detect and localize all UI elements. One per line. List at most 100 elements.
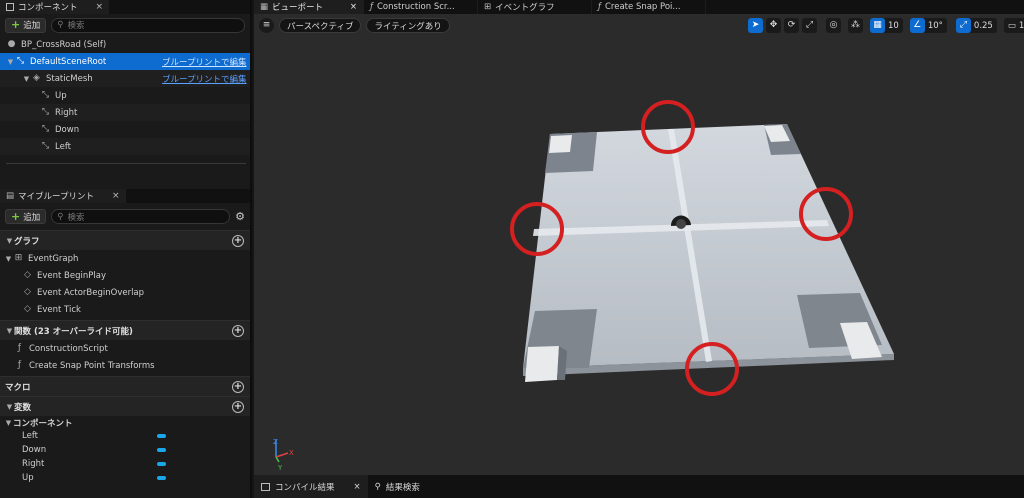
variable-label: Right (22, 459, 45, 469)
book-icon: ▤ (6, 191, 15, 201)
tab-create-snap-point[interactable]: ƒ Create Snap Poi... (592, 0, 706, 14)
tab-my-blueprint[interactable]: ▤ マイブループリント × (0, 189, 126, 203)
event-item[interactable]: ◇ Event Tick (0, 301, 250, 318)
expand-arrow-icon[interactable]: ▼ (6, 58, 15, 66)
tree-item-label: StaticMesh (46, 73, 93, 84)
tree-item-up[interactable]: ⤡ Up (0, 87, 250, 104)
search-icon: ⚲ (374, 481, 381, 492)
plus-icon: + (11, 209, 21, 223)
variables-section-header[interactable]: ▼ 変数 + (0, 396, 250, 416)
section-title: マクロ (5, 382, 31, 393)
components-tab-icon (6, 3, 14, 11)
scene-component-icon: ⤡ (16, 56, 25, 66)
scene-canvas[interactable]: Z X Y (254, 14, 1024, 475)
add-macro-icon[interactable]: + (232, 381, 244, 393)
tab-label: Create Snap Poi... (605, 2, 681, 12)
tab-label: 結果検索 (385, 482, 420, 493)
components-search-input[interactable]: ⚲ 検索 (51, 17, 245, 33)
edit-in-blueprint-link[interactable]: ブループリントで編集 (162, 56, 247, 68)
tree-item-static-mesh[interactable]: ▼ ◈ StaticMesh ブループリントで編集 (0, 70, 250, 87)
editor-tabbar: ▦ ビューポート × ƒ Construction Scr... ⊞ イベントグ… (254, 0, 1024, 14)
category-label: コンポーネント (13, 418, 73, 429)
functions-section-header[interactable]: ▼ 関数 (23 オーバーライド可能) + (0, 320, 250, 340)
add-variable-icon[interactable]: + (232, 401, 244, 413)
add-button-label: 追加 (23, 212, 41, 223)
variable-item[interactable]: Right (0, 457, 250, 471)
variable-category[interactable]: ▼ コンポーネント (0, 416, 250, 429)
tab-label: イベントグラフ (495, 3, 555, 13)
close-icon[interactable]: × (96, 2, 104, 12)
axis-y-label: Y (277, 464, 283, 472)
function-label: Create Snap Point Transforms (29, 360, 155, 371)
function-icon: ƒ (370, 2, 373, 12)
search-icon: ⚲ (57, 20, 64, 30)
tab-event-graph[interactable]: ⊞ イベントグラフ (478, 0, 592, 14)
variable-item[interactable]: Up (0, 471, 250, 485)
add-graph-icon[interactable]: + (232, 235, 244, 247)
section-title: 関数 (23 オーバーライド可能) (14, 326, 133, 337)
components-add-button[interactable]: + 追加 (5, 17, 47, 33)
my-blueprint-add-button[interactable]: + 追加 (5, 209, 47, 224)
tab-viewport[interactable]: ▦ ビューポート × (254, 0, 364, 14)
event-icon: ◇ (24, 270, 31, 280)
gear-icon[interactable]: ⚙ (235, 210, 245, 223)
close-icon[interactable]: × (350, 2, 357, 12)
function-icon: ƒ (17, 360, 22, 370)
tab-components[interactable]: コンポーネント × (0, 0, 110, 14)
function-item[interactable]: ƒ Create Snap Point Transforms (0, 357, 250, 374)
static-mesh-icon: ◈ (33, 73, 40, 83)
event-graph-label: EventGraph (28, 253, 79, 264)
graph-icon: ⊞ (14, 253, 23, 263)
close-icon[interactable]: × (112, 191, 120, 201)
tree-item-label: Left (55, 141, 71, 152)
tree-item-label: Up (55, 90, 67, 101)
tree-item-right[interactable]: ⤡ Right (0, 104, 250, 121)
event-label: Event Tick (37, 304, 81, 315)
tab-compile-results[interactable]: コンパイル結果 × (254, 475, 368, 498)
tree-item-label: BP_CrossRoad (Self) (21, 39, 107, 50)
function-icon: ƒ (17, 343, 22, 353)
tree-item-default-scene-root[interactable]: ▼ ⤡ DefaultSceneRoot ブループリントで編集 (0, 53, 250, 70)
edit-in-blueprint-link[interactable]: ブループリントで編集 (162, 73, 247, 85)
scene-component-icon: ⤡ (41, 141, 50, 151)
left-panel: コンポーネント × + 追加 ⚲ 検索 ● BP_CrossRoad (Self… (0, 0, 252, 498)
event-item[interactable]: ◇ Event BeginPlay (0, 267, 250, 284)
collapse-arrow-icon[interactable]: ▼ (5, 403, 14, 411)
event-icon: ◇ (24, 304, 31, 314)
graph-icon: ⊞ (484, 2, 492, 12)
event-item[interactable]: ◇ Event ActorBeginOverlap (0, 284, 250, 301)
add-button-label: 追加 (23, 21, 41, 31)
my-blueprint-search-input[interactable]: ⚲ 検索 (51, 209, 231, 224)
compile-results-icon (261, 482, 270, 491)
tab-construction-script[interactable]: ƒ Construction Scr... (364, 0, 478, 14)
expand-arrow-icon[interactable]: ▼ (22, 75, 31, 83)
variable-type-pill (157, 476, 166, 480)
collapse-arrow-icon[interactable]: ▼ (5, 237, 14, 245)
tree-item-label: Down (55, 124, 80, 135)
tree-item-left[interactable]: ⤡ Left (0, 138, 250, 155)
add-function-icon[interactable]: + (232, 325, 244, 337)
macros-section-header[interactable]: マクロ + (0, 376, 250, 396)
tab-label: ビューポート (272, 3, 324, 13)
axis-x-label: X (289, 449, 294, 457)
collapse-arrow-icon[interactable]: ▼ (4, 419, 13, 427)
viewport-panel[interactable]: ▦ ビューポート × ƒ Construction Scr... ⊞ イベントグ… (254, 0, 1024, 475)
variable-type-pill (157, 448, 166, 452)
tree-item-self[interactable]: ● BP_CrossRoad (Self) (0, 36, 250, 53)
event-graph-item[interactable]: ▼ ⊞ EventGraph (0, 250, 250, 267)
components-toolbar: + 追加 ⚲ 検索 (0, 14, 250, 36)
scene-component-icon: ⤡ (41, 90, 50, 100)
tab-find-results[interactable]: ⚲ 結果検索 (368, 475, 427, 498)
function-item[interactable]: ƒ ConstructionScript (0, 340, 250, 357)
my-blueprint-tabbar: ▤ マイブループリント × (0, 189, 250, 203)
tree-item-down[interactable]: ⤡ Down (0, 121, 250, 138)
function-icon: ƒ (598, 2, 601, 12)
axis-z-label: Z (273, 438, 278, 446)
tab-label: Construction Scr... (377, 2, 455, 12)
graph-section-header[interactable]: ▼ グラフ + (0, 230, 250, 250)
collapse-arrow-icon[interactable]: ▼ (5, 327, 14, 335)
close-icon[interactable]: × (354, 482, 361, 492)
collapse-arrow-icon[interactable]: ▼ (4, 255, 13, 263)
variable-item[interactable]: Left (0, 429, 250, 443)
variable-item[interactable]: Down (0, 443, 250, 457)
